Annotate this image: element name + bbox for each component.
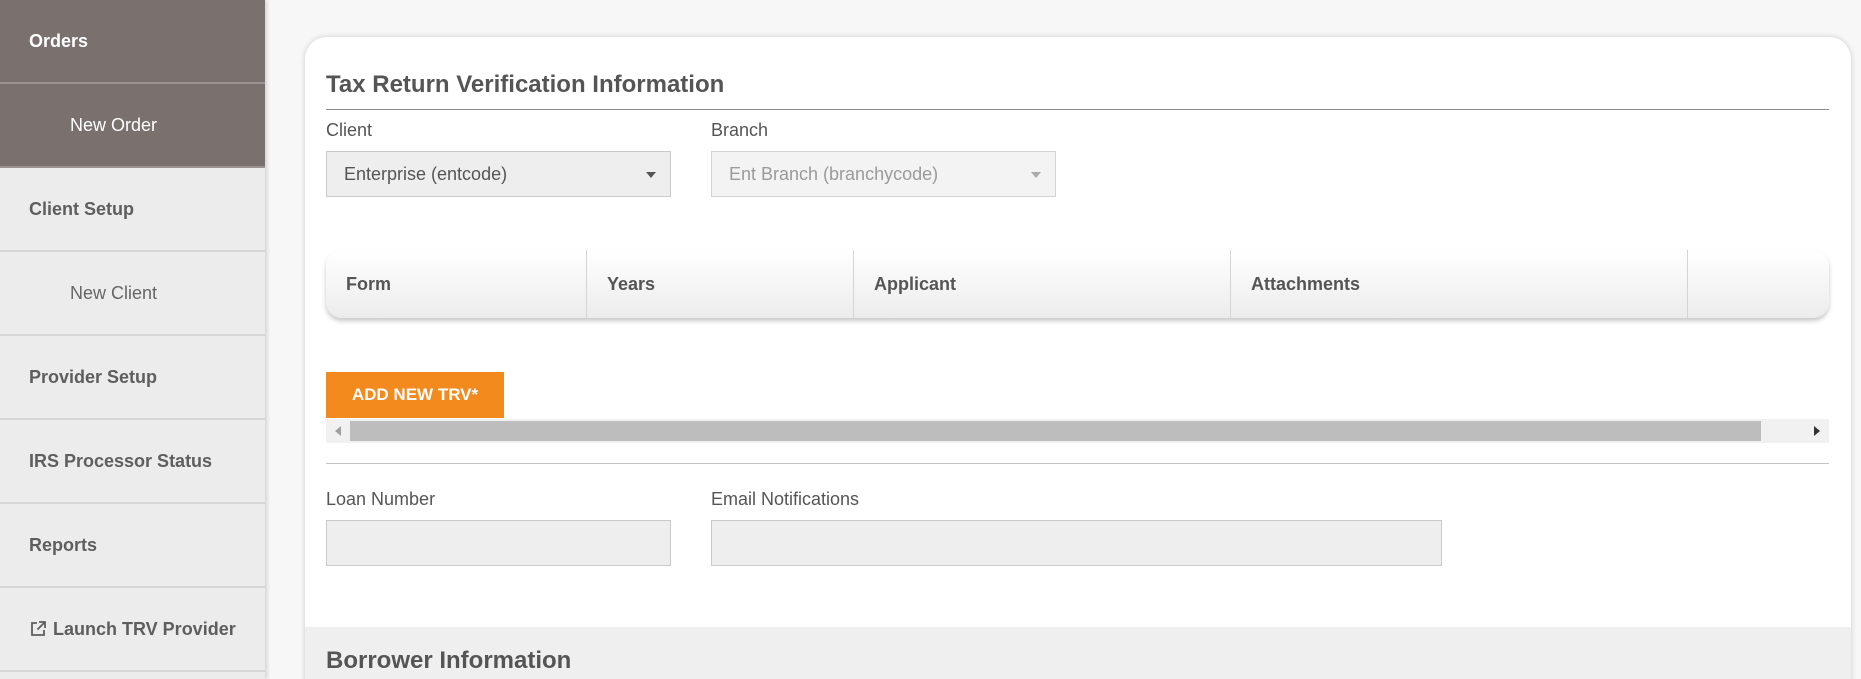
- grid-column-label: Attachments: [1251, 273, 1361, 294]
- grid-column-attachments[interactable]: Attachments: [1231, 250, 1688, 318]
- branch-select[interactable]: Ent Branch (branchycode): [711, 151, 1056, 197]
- client-select[interactable]: Enterprise (entcode): [326, 151, 671, 197]
- order-form-panel: Tax Return Verification Information Clie…: [305, 37, 1851, 679]
- sidebar-item-label: Reports: [29, 534, 98, 555]
- scroll-left-icon[interactable]: [326, 419, 350, 443]
- grid-column-label: Applicant: [874, 273, 957, 294]
- sidebar-item-irs-processor-status[interactable]: IRS Processor Status: [0, 420, 265, 504]
- grid-column-label: Years: [607, 273, 656, 294]
- grid-column-applicant[interactable]: Applicant: [854, 250, 1231, 318]
- trv-grid-header: Form Years Applicant Attachments: [326, 250, 1829, 318]
- scrollbar-track[interactable]: [350, 419, 1805, 443]
- sidebar-item-reports[interactable]: Reports: [0, 504, 265, 588]
- sidebar-item-new-client[interactable]: New Client: [0, 252, 265, 336]
- client-select-value: Enterprise (entcode): [344, 163, 508, 184]
- grid-column-years[interactable]: Years: [587, 250, 854, 318]
- horizontal-scrollbar[interactable]: [326, 419, 1829, 443]
- grid-column-label: Form: [346, 273, 391, 294]
- email-notifications-input[interactable]: [711, 520, 1442, 566]
- chevron-down-icon: [1031, 172, 1041, 178]
- branch-label: Branch: [711, 120, 769, 140]
- loan-number-input[interactable]: [326, 520, 671, 566]
- chevron-down-icon: [646, 172, 656, 178]
- sidebar-item-client-setup[interactable]: Client Setup: [0, 168, 265, 252]
- grid-column-actions: [1688, 250, 1829, 318]
- trv-section-title: Tax Return Verification Information: [326, 71, 725, 98]
- scrollbar-thumb[interactable]: [350, 421, 1762, 441]
- sidebar-item-provider-setup[interactable]: Provider Setup: [0, 336, 265, 420]
- scroll-right-icon[interactable]: [1805, 419, 1829, 443]
- sidebar-item-label: Provider Setup: [29, 366, 158, 387]
- borrower-section: Borrower Information: [305, 627, 1851, 679]
- sidebar-item-label: Launch TRV Provider: [53, 618, 236, 639]
- sidebar-item-label: New Client: [70, 282, 158, 303]
- sidebar-item-label: Orders: [29, 30, 89, 51]
- branch-select-value: Ent Branch (branchycode): [729, 163, 939, 184]
- sidebar-item-label: Client Setup: [29, 198, 135, 219]
- borrower-section-title: Borrower Information: [326, 647, 572, 674]
- external-link-icon: [31, 621, 46, 636]
- sidebar-item-label: New Order: [70, 114, 158, 135]
- title-divider: [326, 109, 1829, 110]
- email-notifications-label: Email Notifications: [711, 489, 860, 509]
- grid-column-form[interactable]: Form: [326, 250, 587, 318]
- sidebar-item-launch-trv-provider[interactable]: Launch TRV Provider: [0, 588, 265, 672]
- sidebar: Orders New Order Client Setup New Client…: [0, 0, 265, 679]
- section-divider: [326, 463, 1829, 464]
- sidebar-item-label: IRS Processor Status: [29, 450, 213, 471]
- client-label: Client: [326, 120, 373, 140]
- sidebar-item-orders[interactable]: Orders: [0, 0, 265, 84]
- loan-number-label: Loan Number: [326, 489, 436, 509]
- sidebar-item-new-order[interactable]: New Order: [0, 84, 265, 168]
- add-new-trv-button[interactable]: ADD NEW TRV*: [326, 372, 504, 418]
